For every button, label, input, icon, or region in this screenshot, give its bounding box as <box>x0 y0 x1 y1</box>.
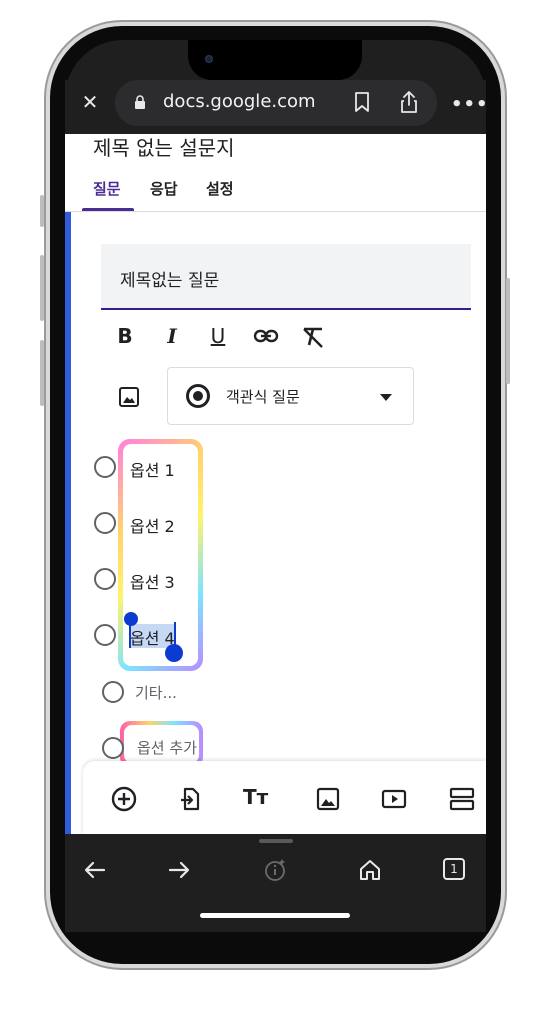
clear-formatting-icon[interactable] <box>301 326 325 348</box>
lock-icon <box>135 95 145 109</box>
dynamic-island <box>188 40 362 80</box>
active-card-accent <box>65 212 71 834</box>
question-type-dropdown[interactable]: 객관식 질문 <box>167 367 414 425</box>
close-icon[interactable]: ✕ <box>80 92 100 112</box>
add-title-description-icon[interactable]: Tт <box>243 785 273 811</box>
option-radio[interactable] <box>94 512 116 534</box>
home-indicator[interactable] <box>200 913 350 918</box>
bold-button[interactable]: B <box>110 324 140 348</box>
option-radio[interactable] <box>94 624 116 646</box>
back-arrow-icon[interactable] <box>83 858 107 882</box>
info-sparkle-icon <box>265 859 285 881</box>
option-radio[interactable] <box>94 456 116 478</box>
camera-icon <box>205 55 213 63</box>
option-label[interactable]: 옵션 2 <box>130 513 175 537</box>
tab-responses[interactable]: 응답 <box>150 178 178 199</box>
selection-end-handle[interactable] <box>165 644 183 662</box>
option-label[interactable]: 옵션 1 <box>130 457 175 481</box>
add-question-icon[interactable] <box>111 786 137 812</box>
volume-up-button <box>40 255 44 321</box>
add-image-icon[interactable] <box>118 386 140 408</box>
url-text[interactable]: docs.google.com <box>163 91 316 112</box>
dropdown-arrow-icon <box>380 394 392 401</box>
add-video-icon[interactable] <box>381 786 407 812</box>
add-option-radio <box>102 737 124 759</box>
add-option-link[interactable]: 옵션 추가 <box>137 737 197 758</box>
more-icon[interactable]: ••• <box>451 94 489 115</box>
selection-start-handle[interactable] <box>124 612 138 626</box>
add-image-icon[interactable] <box>315 786 341 812</box>
other-option-radio[interactable] <box>102 681 124 703</box>
add-section-icon[interactable] <box>449 786 475 812</box>
other-option-label[interactable]: 기타... <box>135 682 177 703</box>
question-title-field[interactable]: 제목없는 질문 <box>101 244 471 310</box>
tabs-button[interactable]: 1 <box>443 858 465 880</box>
forward-arrow-icon[interactable] <box>167 858 191 882</box>
sheet-grabber[interactable] <box>259 839 293 843</box>
tab-count: 1 <box>450 862 458 876</box>
power-button <box>506 278 510 384</box>
home-icon[interactable] <box>358 858 382 882</box>
bookmark-icon[interactable] <box>353 92 371 112</box>
import-questions-icon[interactable] <box>177 786 203 812</box>
tab-settings[interactable]: 설정 <box>206 178 234 199</box>
option-radio[interactable] <box>94 568 116 590</box>
action-button <box>40 195 44 227</box>
form-title[interactable]: 제목 없는 설문지 <box>93 134 235 161</box>
option-label[interactable]: 옵션 3 <box>130 569 175 593</box>
question-title-text[interactable]: 제목없는 질문 <box>120 266 219 291</box>
volume-down-button <box>40 340 44 406</box>
link-icon[interactable] <box>253 328 279 344</box>
share-icon[interactable] <box>398 90 420 114</box>
form-page: 제목 없는 설문지 질문 응답 설정 제목없는 질문 B I U 객관식 질문 <box>65 134 486 834</box>
question-type-label: 객관식 질문 <box>226 388 300 406</box>
form-toolbar: Tт <box>83 761 486 834</box>
active-tab-indicator <box>82 208 134 211</box>
italic-button[interactable]: I <box>157 324 187 348</box>
tab-questions[interactable]: 질문 <box>93 178 121 199</box>
radio-button-icon <box>186 384 210 408</box>
underline-button[interactable]: U <box>203 324 233 348</box>
form-tabs: 질문 응답 설정 <box>65 170 486 212</box>
